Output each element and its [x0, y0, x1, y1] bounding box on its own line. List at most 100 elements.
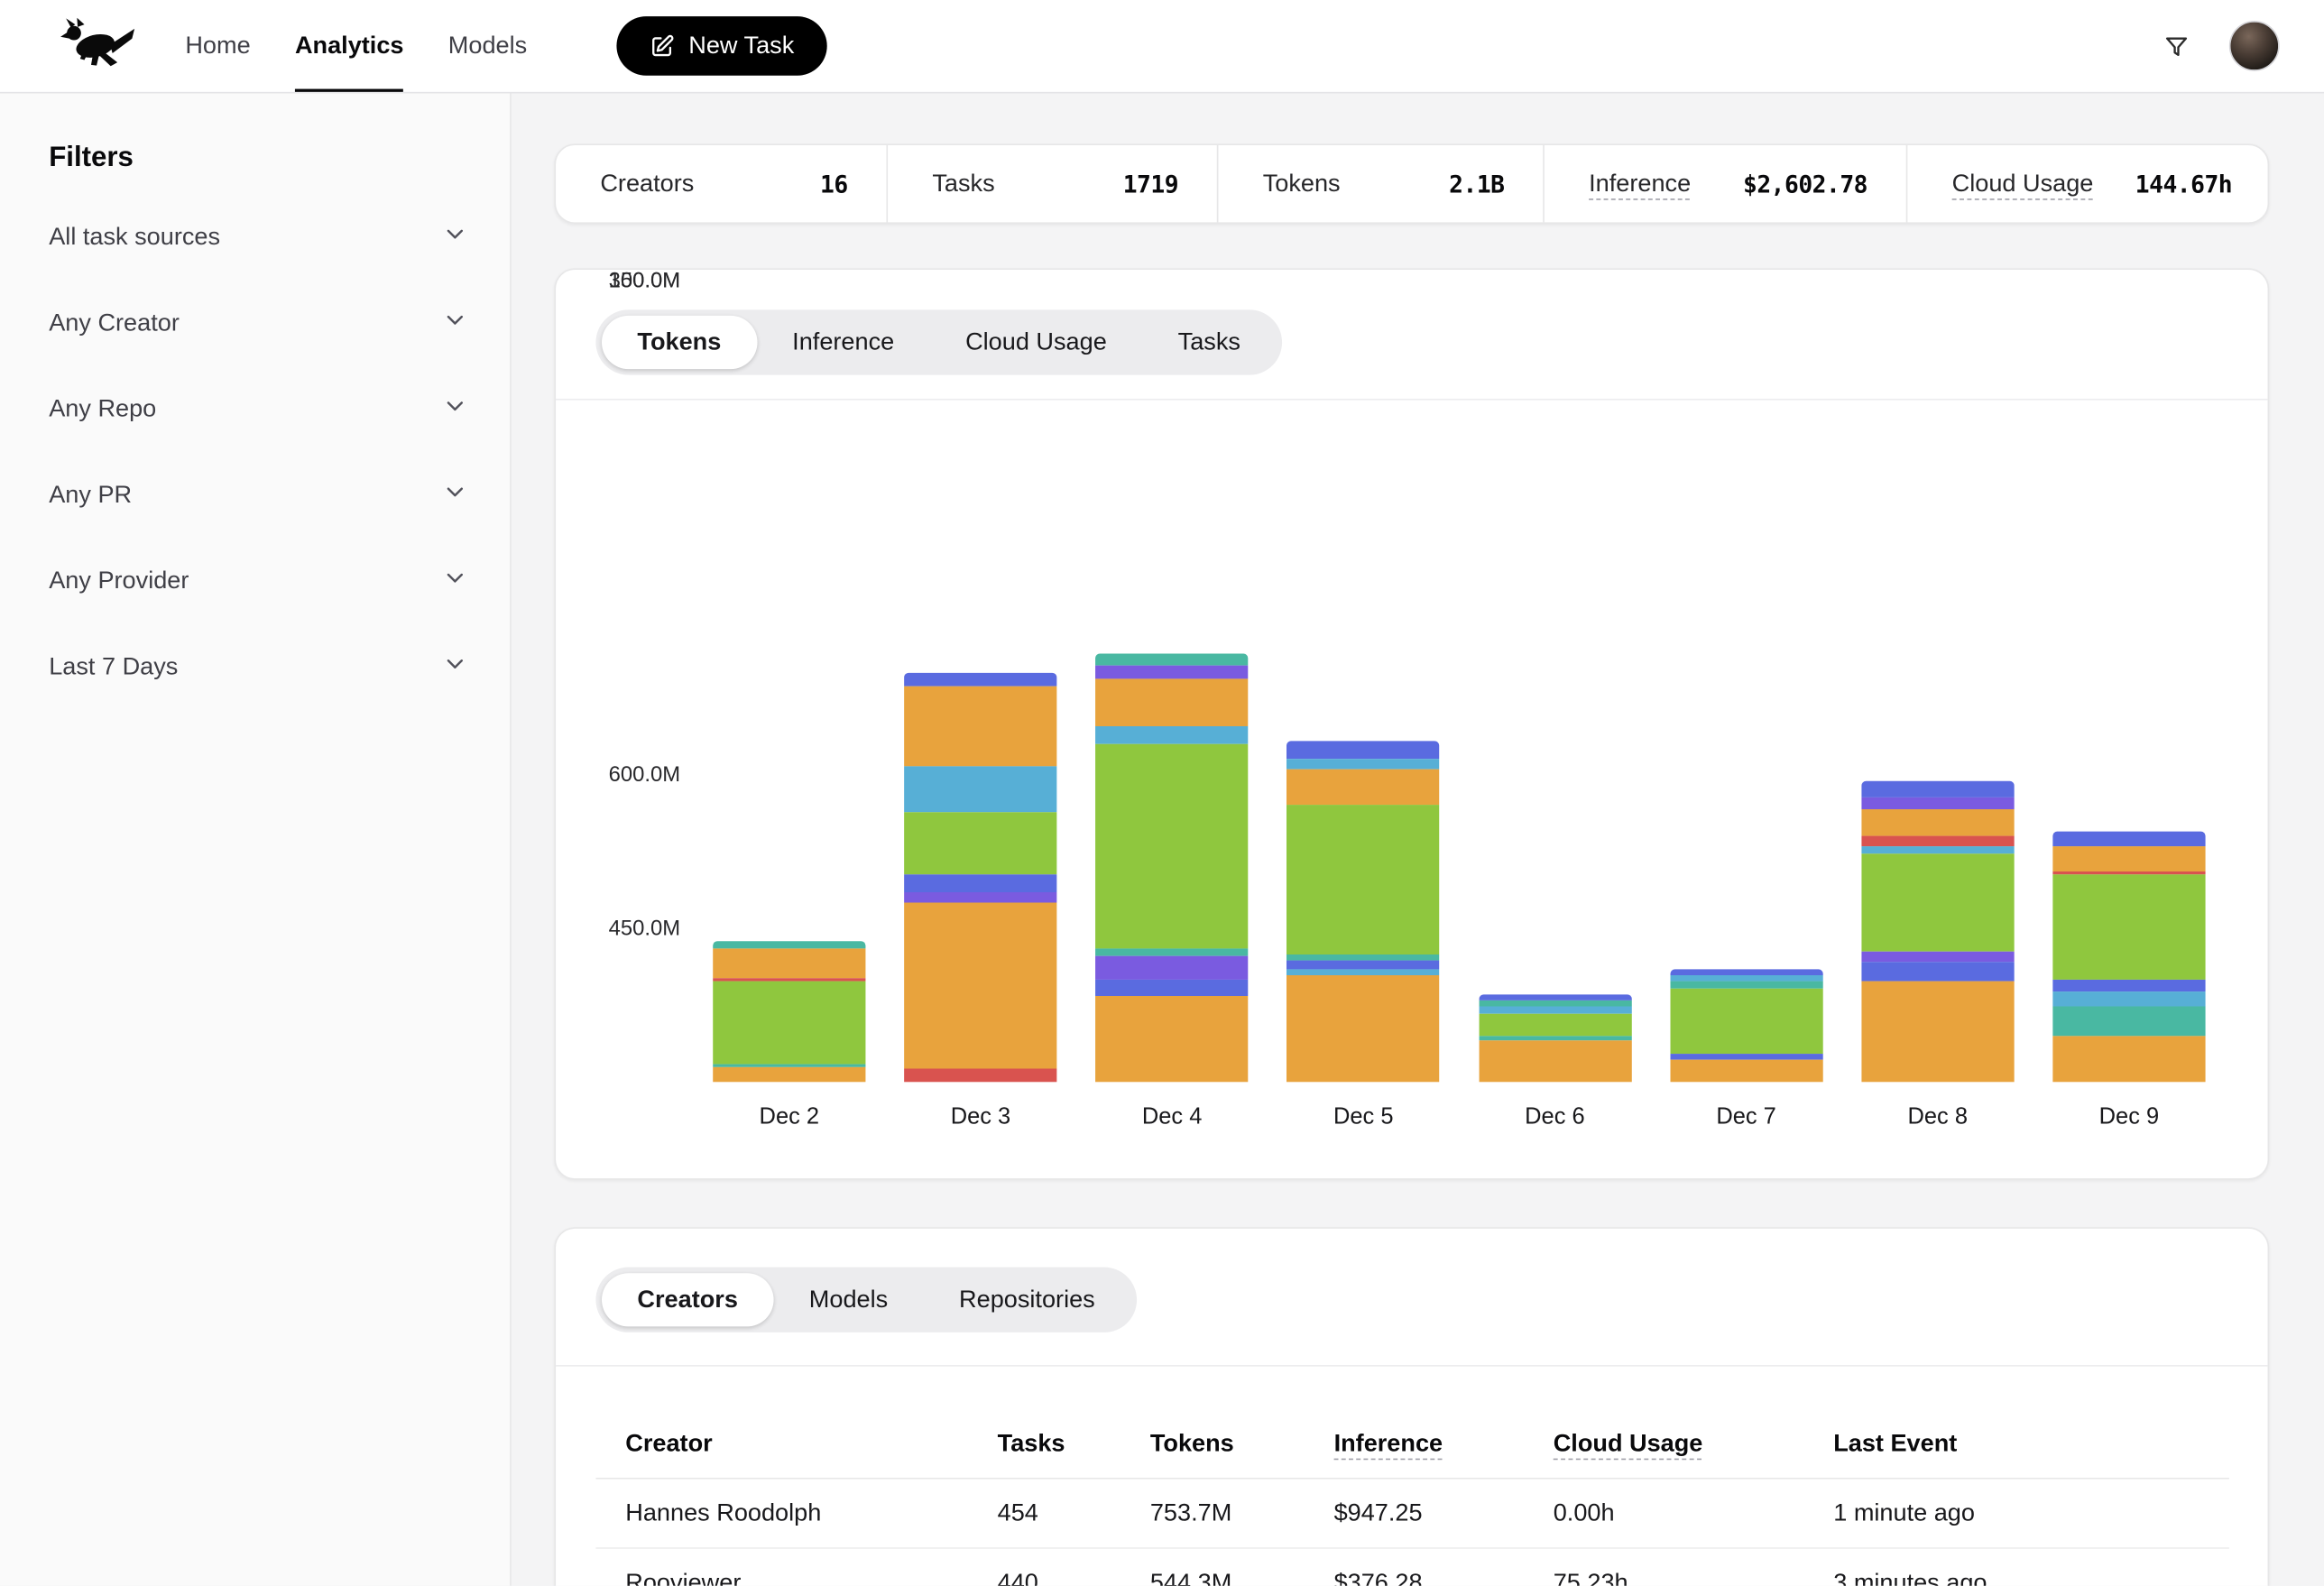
filter-label: Any Provider	[49, 567, 189, 595]
table-row[interactable]: Rooviewer 440 544.3M $376.28 75.23h 3 mi…	[595, 1549, 2228, 1586]
x-axis-label: Dec 9	[2052, 1104, 2205, 1131]
chevron-down-icon	[442, 478, 469, 512]
bar-dec-2[interactable]	[713, 941, 865, 1082]
bar-segment-sky	[1861, 847, 2014, 854]
bar-dec-6[interactable]	[1479, 995, 1631, 1083]
filter-any-creator[interactable]: Any Creator	[0, 281, 510, 366]
bar-segment-teal	[713, 941, 865, 948]
filter-all-task-sources[interactable]: All task sources	[0, 194, 510, 280]
bar-segment-purple	[1861, 952, 2014, 962]
x-axis-label: Dec 5	[1287, 1104, 1440, 1131]
tab-creators[interactable]: Creators	[602, 1273, 773, 1326]
bar-segment-orange	[2052, 1036, 2205, 1082]
tab-models[interactable]: Models	[773, 1273, 923, 1326]
new-task-button[interactable]: New Task	[616, 16, 827, 76]
bar-segment-blue	[1096, 979, 1249, 995]
filter-any-provider[interactable]: Any Provider	[0, 538, 510, 623]
bar-segment-sky	[1670, 975, 1822, 982]
bar-segment-sky	[1287, 759, 1440, 769]
stat-value: 144.67h	[2135, 170, 2232, 198]
table-row[interactable]: Hannes Roodolph 454 753.7M $947.25 0.00h…	[595, 1480, 2228, 1549]
bar-segment-blue	[904, 874, 1056, 891]
bar-segment-orange	[1096, 996, 1249, 1083]
stat-cloud-usage: Cloud Usage 144.67h	[1906, 145, 2271, 222]
bar-dec-7[interactable]	[1670, 969, 1822, 1082]
bar-segment-purple	[1861, 798, 2014, 810]
bar-segment-green	[904, 812, 1056, 874]
bar-segment-teal	[1479, 1000, 1631, 1007]
bar-segment-orange	[1670, 1059, 1822, 1082]
bar-dec-5[interactable]	[1287, 741, 1440, 1082]
bar-segment-red	[904, 1069, 1056, 1083]
bar-segment-green	[713, 982, 865, 1064]
col-inference[interactable]: Inference	[1334, 1430, 1554, 1458]
tab-tokens[interactable]: Tokens	[602, 316, 757, 369]
bar-segment-sky	[1096, 726, 1249, 743]
top-navbar: Home Analytics Models New Task	[0, 0, 2324, 93]
bar-segment-sky	[1287, 969, 1440, 975]
x-axis-label: Dec 6	[1479, 1104, 1631, 1131]
bar-segment-orange	[1287, 769, 1440, 805]
cell-creator: Rooviewer	[625, 1569, 997, 1586]
bar-dec-8[interactable]	[1861, 781, 2014, 1083]
kangaroo-logo-icon	[60, 18, 136, 74]
col-creator: Creator	[625, 1430, 997, 1458]
bar-segment-orange	[1287, 975, 1440, 1082]
app-logo[interactable]	[60, 18, 136, 74]
nav-item-models[interactable]: Models	[448, 0, 527, 92]
bar-segment-orange	[2052, 845, 2205, 871]
bar-segment-green	[1287, 805, 1440, 954]
bar-segment-blue	[904, 673, 1056, 687]
x-axis-label: Dec 3	[904, 1104, 1056, 1131]
bar-segment-teal	[2052, 1006, 2205, 1036]
bar-segment-teal	[1670, 982, 1822, 989]
nav-item-home[interactable]: Home	[185, 0, 250, 92]
chevron-down-icon	[442, 650, 469, 684]
stat-label-cloud-usage[interactable]: Cloud Usage	[1952, 170, 2094, 198]
divider	[556, 1365, 2267, 1367]
filter-any-repo[interactable]: Any Repo	[0, 366, 510, 452]
col-tasks: Tasks	[998, 1430, 1150, 1458]
table-header-row: Creator Tasks Tokens Inference Cloud Usa…	[595, 1411, 2228, 1480]
bar-segment-green	[1479, 1013, 1631, 1036]
compose-icon	[649, 33, 674, 59]
filter-icon[interactable]	[2163, 32, 2190, 60]
filter-last-7-days[interactable]: Last 7 Days	[0, 624, 510, 710]
bar-segment-blue	[1479, 995, 1631, 1001]
user-avatar[interactable]	[2229, 21, 2280, 71]
cell-inference: $947.25	[1334, 1499, 1554, 1527]
filter-label: Any PR	[49, 481, 132, 509]
col-tokens: Tokens	[1150, 1430, 1334, 1458]
bar-segment-sky	[904, 766, 1056, 812]
nav-item-analytics[interactable]: Analytics	[295, 0, 404, 92]
divider	[556, 399, 2267, 401]
cell-inference: $376.28	[1334, 1569, 1554, 1586]
bar-segment-red	[1861, 835, 2014, 847]
bar-segment-orange	[1861, 982, 2014, 1083]
chevron-down-icon	[442, 306, 469, 340]
stat-value: 1719	[1123, 170, 1178, 198]
bar-segment-teal	[1096, 948, 1249, 955]
filters-sidebar: Filters All task sources Any Creator Any…	[0, 93, 512, 1585]
bar-segment-orange	[904, 902, 1056, 1069]
tab-inference[interactable]: Inference	[757, 316, 930, 369]
bar-segment-blue	[1861, 962, 2014, 982]
stat-tokens: Tokens 2.1B	[1217, 145, 1543, 222]
tab-repositories[interactable]: Repositories	[924, 1273, 1131, 1326]
bar-dec-9[interactable]	[2052, 831, 2205, 1082]
filter-label: Any Repo	[49, 395, 156, 423]
stat-label: Tokens	[1263, 170, 1341, 198]
x-axis-label: Dec 7	[1670, 1104, 1822, 1131]
filters-title: Filters	[49, 143, 510, 175]
tab-cloud-usage[interactable]: Cloud Usage	[930, 316, 1143, 369]
bar-dec-4[interactable]	[1096, 653, 1249, 1082]
analytics-dashboard: Home Analytics Models New Task Filters	[0, 0, 2324, 1586]
bar-dec-3[interactable]	[904, 673, 1056, 1082]
breakdown-tabs: Creators Models Repositories	[595, 1268, 1136, 1332]
col-cloud-usage[interactable]: Cloud Usage	[1554, 1430, 1834, 1458]
bar-segment-purple	[904, 892, 1056, 902]
filter-any-pr[interactable]: Any PR	[0, 452, 510, 538]
stat-label-inference[interactable]: Inference	[1589, 170, 1691, 198]
cell-creator: Hannes Roodolph	[625, 1499, 997, 1527]
tab-tasks[interactable]: Tasks	[1142, 316, 1276, 369]
